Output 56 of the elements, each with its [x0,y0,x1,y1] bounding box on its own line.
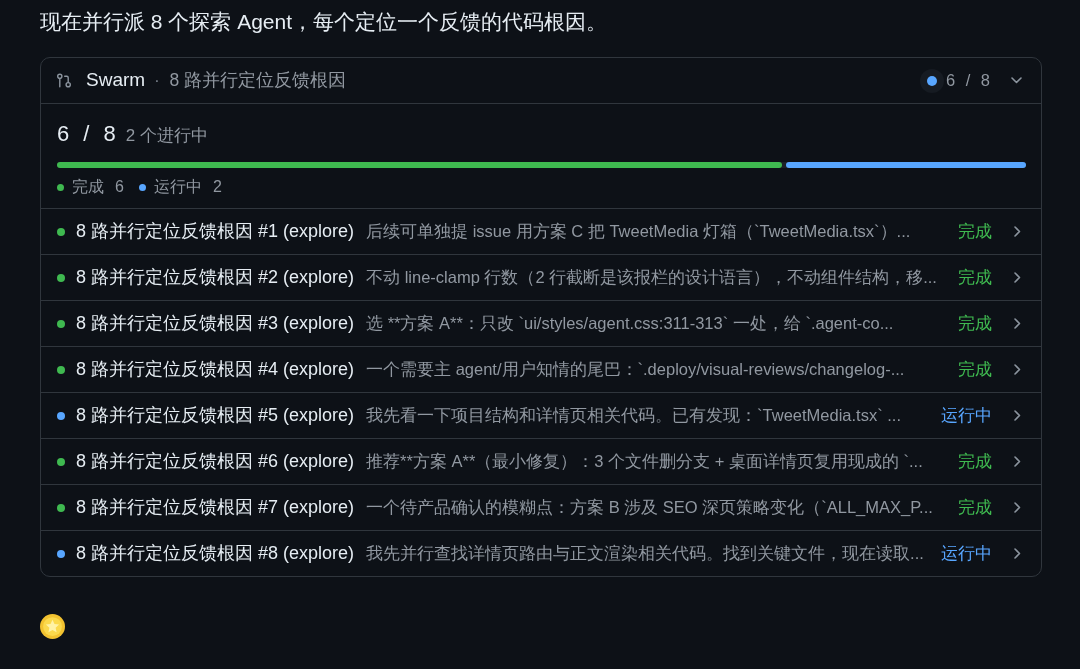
intro-text: 现在并行派 8 个探索 Agent，每个定位一个反馈的代码根因。 [40,9,608,35]
agent-summary: 选 **方案 A**：只改 `ui/styles/agent.css:311-313` 一处，给 `.agent-co... [366,314,894,332]
agent-row[interactable]: 8 路并行定位反馈根因 #5 (explore) 我先看一下项目结构和详情页相关代码。已有发现：`TweetMedia.tsx` ... 运行中 [41,392,1041,438]
summary-note: 2 个进行中 [125,125,208,147]
agent-title: 8 路并行定位反馈根因 #3 (explore) [76,312,355,335]
agent-row[interactable]: 8 路并行定位反馈根因 #7 (explore) 一个待产品确认的模糊点：方案 B 涉及 SEO 深页策略变化（`ALL_MAX_P... 完成 [41,484,1041,530]
agent-summary: 我先并行查找详情页路由与正文渲染相关代码。找到关键文件，现在读取... [366,544,924,562]
status-label: 完成 [958,450,992,473]
card-title: Swarm [86,68,146,93]
chevron-right-icon[interactable] [1014,364,1021,375]
legend-label: 运行中 [153,177,202,197]
agent-title: 8 路并行定位反馈根因 #8 (explore) [76,542,355,565]
pull-request-icon [57,73,71,88]
summary-count: 6 / 8 [57,120,120,148]
status-label: 完成 [958,312,992,335]
agent-title: 8 路并行定位反馈根因 #6 (explore) [76,450,355,473]
agent-row[interactable]: 8 路并行定位反馈根因 #4 (explore) 一个需要主 agent/用户知情的尾巴：`.deploy/visual-reviews/changelog-... 完成 [41,346,1041,392]
agent-summary: 一个待产品确认的模糊点：方案 B 涉及 SEO 深页策略变化（`ALL_MAX_P... [366,498,933,516]
agent-row[interactable]: 8 路并行定位反馈根因 #6 (explore) 推荐**方案 A**（最小修复）：3 个文件删分支 + 桌面详情页复用现成的 `... 完成 [41,438,1041,484]
chevron-right-icon[interactable] [1014,502,1021,513]
agent-title: 8 路并行定位反馈根因 #1 (explore) [76,220,355,243]
agent-row[interactable]: 8 路并行定位反馈根因 #1 (explore) 后续可单独提 issue 用方案 C 把 TweetMedia 灯箱（`TweetMedia.tsx`）... 完成 [41,208,1041,254]
title-separator: · [154,70,160,91]
agent-row[interactable]: 8 路并行定位反馈根因 #3 (explore) 选 **方案 A**：只改 `ui/styles/agent.css:311-313` 一处，给 `.agent-co... 完成 [41,300,1041,346]
star-icon [40,614,65,639]
agent-summary: 后续可单独提 issue 用方案 C 把 TweetMedia 灯箱（`TweetMedia.tsx`）... [366,222,911,240]
agent-summary: 一个需要主 agent/用户知情的尾巴：`.deploy/visual-reviews/changelog-... [366,360,905,378]
agent-title: 8 路并行定位反馈根因 #7 (explore) [76,496,355,519]
chevron-right-icon[interactable] [1014,318,1021,329]
status-label: 完成 [958,220,992,243]
chevron-right-icon[interactable] [1014,410,1021,421]
agent-summary: 不动 line-clamp 行数（2 行截断是该报栏的设计语言），不动组件结构，移... [366,268,937,286]
legend-count: 6 [115,177,124,197]
legend-count: 2 [212,177,222,197]
chevron-right-icon[interactable] [1014,548,1021,559]
status-label: 完成 [958,496,992,519]
agent-summary: 推荐**方案 A**（最小修复）：3 个文件删分支 + 桌面详情页复用现成的 `... [366,452,923,470]
status-label: 运行中 [941,404,992,427]
agent-row[interactable]: 8 路并行定位反馈根因 #2 (explore) 不动 line-clamp 行数（2 行截断是该报栏的设计语言），不动组件结构，移... 完成 [41,254,1041,300]
status-label: 运行中 [941,542,992,565]
legend-label: 完成 [72,177,104,197]
agent-title: 8 路并行定位反馈根因 #5 (explore) [76,404,355,427]
agent-title: 8 路并行定位反馈根因 #2 (explore) [76,266,355,289]
chevron-right-icon[interactable] [1014,226,1021,237]
status-label: 完成 [958,358,992,381]
chevron-right-icon[interactable] [1014,272,1021,283]
status-label: 完成 [958,266,992,289]
card-subtitle: 8 路并行定位反馈根因 [169,69,347,93]
chevron-right-icon[interactable] [1014,456,1021,467]
agent-row[interactable]: 8 路并行定位反馈根因 #8 (explore) 我先并行查找详情页路由与正文渲染相关代码。找到关键文件，现在读取... 运行中 [41,530,1041,576]
progress-count: 6 / 8 [945,70,993,92]
card-header[interactable]: Swarm · 8 路并行定位反馈根因 6 / 8 [41,58,1041,104]
chevron-down-icon[interactable] [1011,77,1022,84]
agent-title: 8 路并行定位反馈根因 #4 (explore) [76,358,355,381]
status-dot-icon [919,68,944,93]
agent-summary: 我先看一下项目结构和详情页相关代码。已有发现：`TweetMedia.tsx` ... [366,406,902,424]
